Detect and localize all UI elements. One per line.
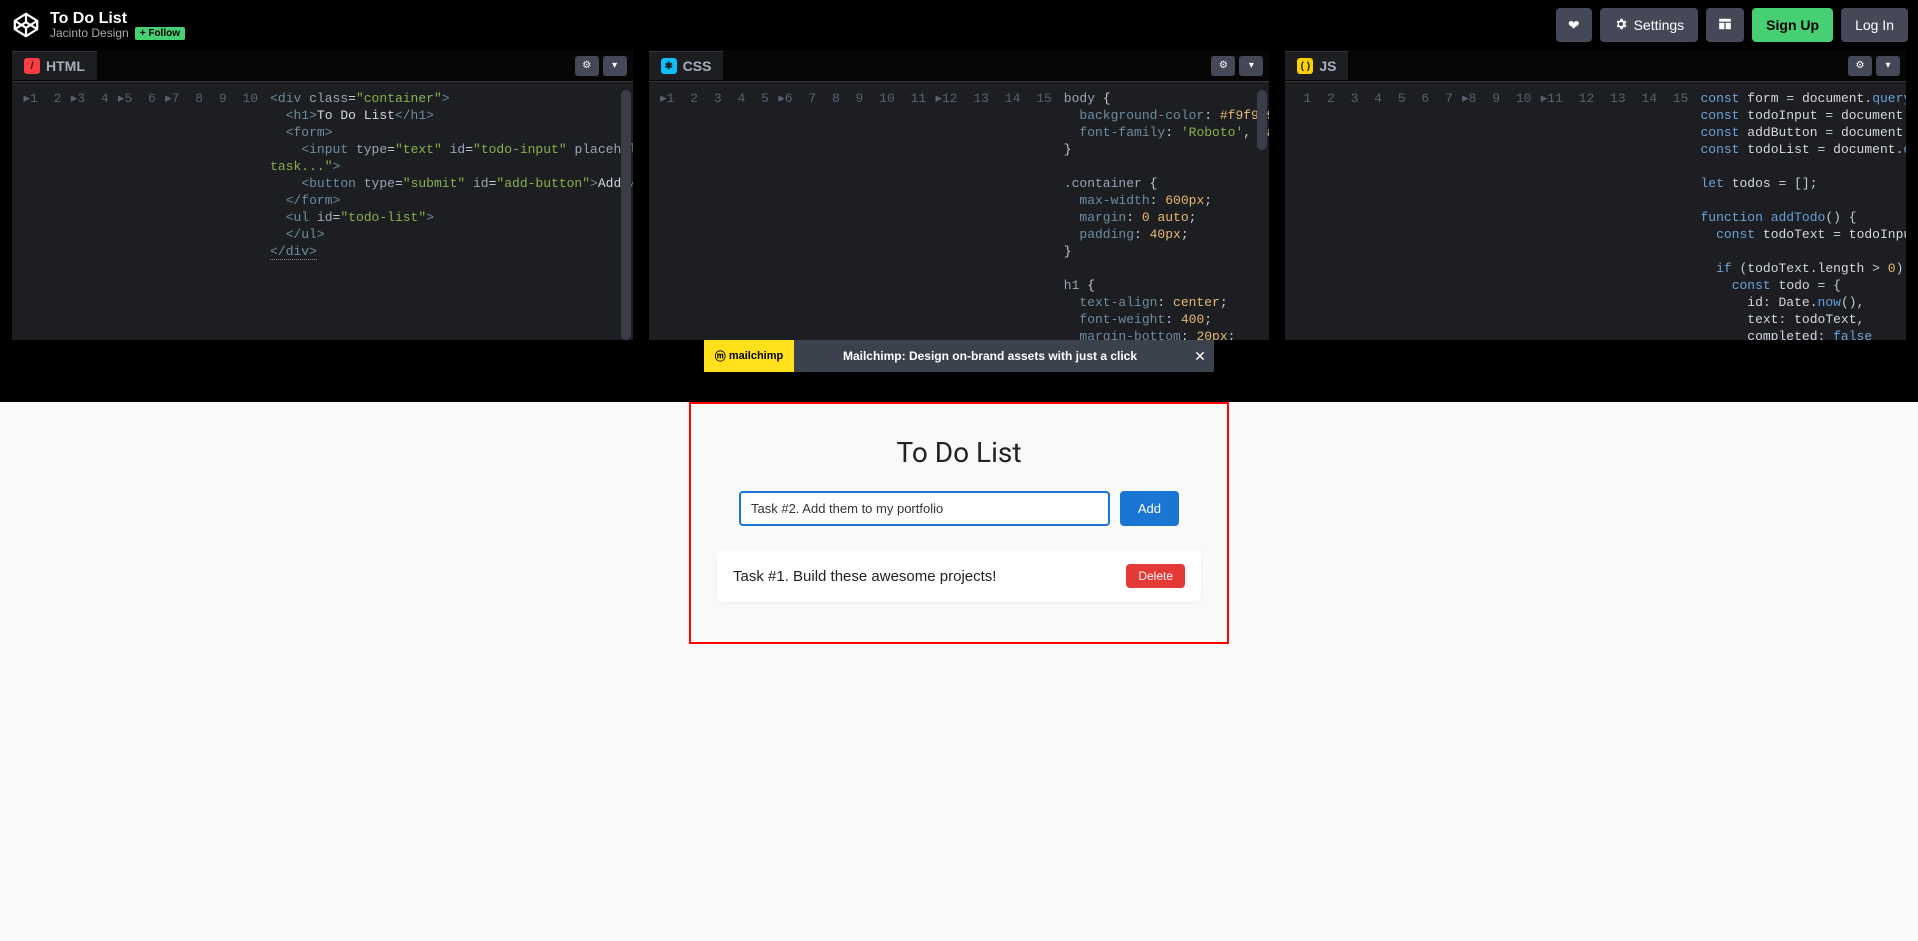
- todo-item-text: Task #1. Build these awesome projects!: [733, 568, 996, 585]
- layout-button[interactable]: [1706, 8, 1744, 42]
- code-html[interactable]: <div class="container"> <h1>To Do List</…: [264, 82, 633, 340]
- chevron-down-icon: ▾: [612, 60, 617, 71]
- login-button[interactable]: Log In: [1841, 8, 1908, 42]
- editors-row: / HTML ⚙ ▾ ▸1 2 ▸3 4 ▸5 6 ▸7 8 9 10 <div…: [0, 50, 1918, 340]
- gear-icon: [1614, 17, 1628, 34]
- chevron-down-icon: ▾: [1249, 60, 1254, 71]
- editor-html: / HTML ⚙ ▾ ▸1 2 ▸3 4 ▸5 6 ▸7 8 9 10 <div…: [12, 50, 633, 340]
- scrollbar-css[interactable]: [1257, 90, 1267, 150]
- editor-label-html: HTML: [46, 58, 85, 74]
- editor-html-settings[interactable]: ⚙: [575, 56, 599, 76]
- settings-button[interactable]: Settings: [1600, 8, 1699, 42]
- ad-text: Mailchimp: Design on-brand assets with j…: [794, 349, 1186, 363]
- js-icon: ( ): [1297, 58, 1313, 74]
- follow-button[interactable]: + Follow: [135, 27, 185, 40]
- gutter-js: 1 2 3 4 5 6 7 ▸8 9 10 ▸11 12 13 14 15: [1285, 82, 1694, 340]
- author-name[interactable]: Jacinto Design: [50, 27, 129, 40]
- title-block: To Do List Jacinto Design + Follow: [50, 10, 185, 41]
- code-area-js[interactable]: 1 2 3 4 5 6 7 ▸8 9 10 ▸11 12 13 14 15 co…: [1285, 82, 1906, 340]
- code-css[interactable]: body { background-color: #f9f9f9; font-f…: [1058, 82, 1270, 340]
- editor-label-css: CSS: [683, 58, 712, 74]
- scrollbar-html[interactable]: [621, 90, 631, 340]
- editor-js: ( ) JS ⚙ ▾ 1 2 3 4 5 6 7 ▸8 9 10 ▸11 12 …: [1285, 50, 1906, 340]
- editor-header-html: / HTML ⚙ ▾: [12, 50, 633, 82]
- html-icon: /: [24, 58, 40, 74]
- editor-header-js: ( ) JS ⚙ ▾: [1285, 50, 1906, 82]
- close-icon: ✕: [1194, 348, 1206, 365]
- header-right: ❤ Settings Sign Up Log In: [1556, 8, 1908, 42]
- like-button[interactable]: ❤: [1556, 8, 1592, 42]
- todo-input[interactable]: [739, 491, 1110, 526]
- preview-container: To Do List Add Task #1. Build these awes…: [689, 402, 1229, 644]
- editor-header-css: ✱ CSS ⚙ ▾: [649, 50, 1270, 82]
- delete-button[interactable]: Delete: [1126, 564, 1185, 588]
- editor-tab-js[interactable]: ( ) JS: [1285, 51, 1348, 80]
- editor-js-settings[interactable]: ⚙: [1848, 56, 1872, 76]
- todo-item: Task #1. Build these awesome projects! D…: [717, 550, 1201, 602]
- code-area-html[interactable]: ▸1 2 ▸3 4 ▸5 6 ▸7 8 9 10 <div class="con…: [12, 82, 633, 340]
- ad-close-button[interactable]: ✕: [1186, 340, 1214, 372]
- ad-brand-logo: ⓜ mailchimp: [704, 340, 794, 372]
- preview-form: Add: [709, 491, 1209, 526]
- codepen-logo-icon[interactable]: [12, 11, 40, 39]
- gear-icon: ⚙: [1856, 60, 1865, 71]
- add-button[interactable]: Add: [1120, 491, 1179, 526]
- signup-button[interactable]: Sign Up: [1752, 8, 1833, 42]
- editor-tab-css[interactable]: ✱ CSS: [649, 51, 724, 80]
- editor-css-settings[interactable]: ⚙: [1211, 56, 1235, 76]
- pen-title[interactable]: To Do List: [50, 10, 185, 28]
- gear-icon: ⚙: [1219, 60, 1228, 71]
- preview-heading: To Do List: [709, 436, 1209, 469]
- css-icon: ✱: [661, 58, 677, 74]
- top-header: To Do List Jacinto Design + Follow ❤ Set…: [0, 0, 1918, 50]
- editor-html-dropdown[interactable]: ▾: [603, 56, 627, 76]
- gutter-css: ▸1 2 3 4 5 ▸6 7 8 9 10 11 ▸12 13 14 15: [649, 82, 1058, 340]
- preview-pane: To Do List Add Task #1. Build these awes…: [0, 402, 1918, 941]
- heart-icon: ❤: [1568, 17, 1580, 34]
- chevron-down-icon: ▾: [1886, 60, 1891, 71]
- ad-bar: ⓜ mailchimp Mailchimp: Design on-brand a…: [0, 340, 1918, 372]
- header-left: To Do List Jacinto Design + Follow: [12, 10, 185, 41]
- settings-label: Settings: [1634, 17, 1685, 33]
- editor-label-js: JS: [1319, 58, 1336, 74]
- editor-css-dropdown[interactable]: ▾: [1239, 56, 1263, 76]
- gear-icon: ⚙: [582, 60, 591, 71]
- gutter-html: ▸1 2 ▸3 4 ▸5 6 ▸7 8 9 10: [12, 82, 264, 340]
- mailchimp-icon: ⓜ: [715, 348, 729, 364]
- layout-icon: [1718, 17, 1732, 34]
- editor-css: ✱ CSS ⚙ ▾ ▸1 2 3 4 5 ▸6 7 8 9 10 11 ▸12 …: [649, 50, 1270, 340]
- code-js[interactable]: const form = document.querySelector('for…: [1694, 82, 1906, 340]
- code-area-css[interactable]: ▸1 2 3 4 5 ▸6 7 8 9 10 11 ▸12 13 14 15 b…: [649, 82, 1270, 340]
- editor-js-dropdown[interactable]: ▾: [1876, 56, 1900, 76]
- ad-banner[interactable]: ⓜ mailchimp Mailchimp: Design on-brand a…: [704, 340, 1214, 372]
- editor-tab-html[interactable]: / HTML: [12, 51, 97, 80]
